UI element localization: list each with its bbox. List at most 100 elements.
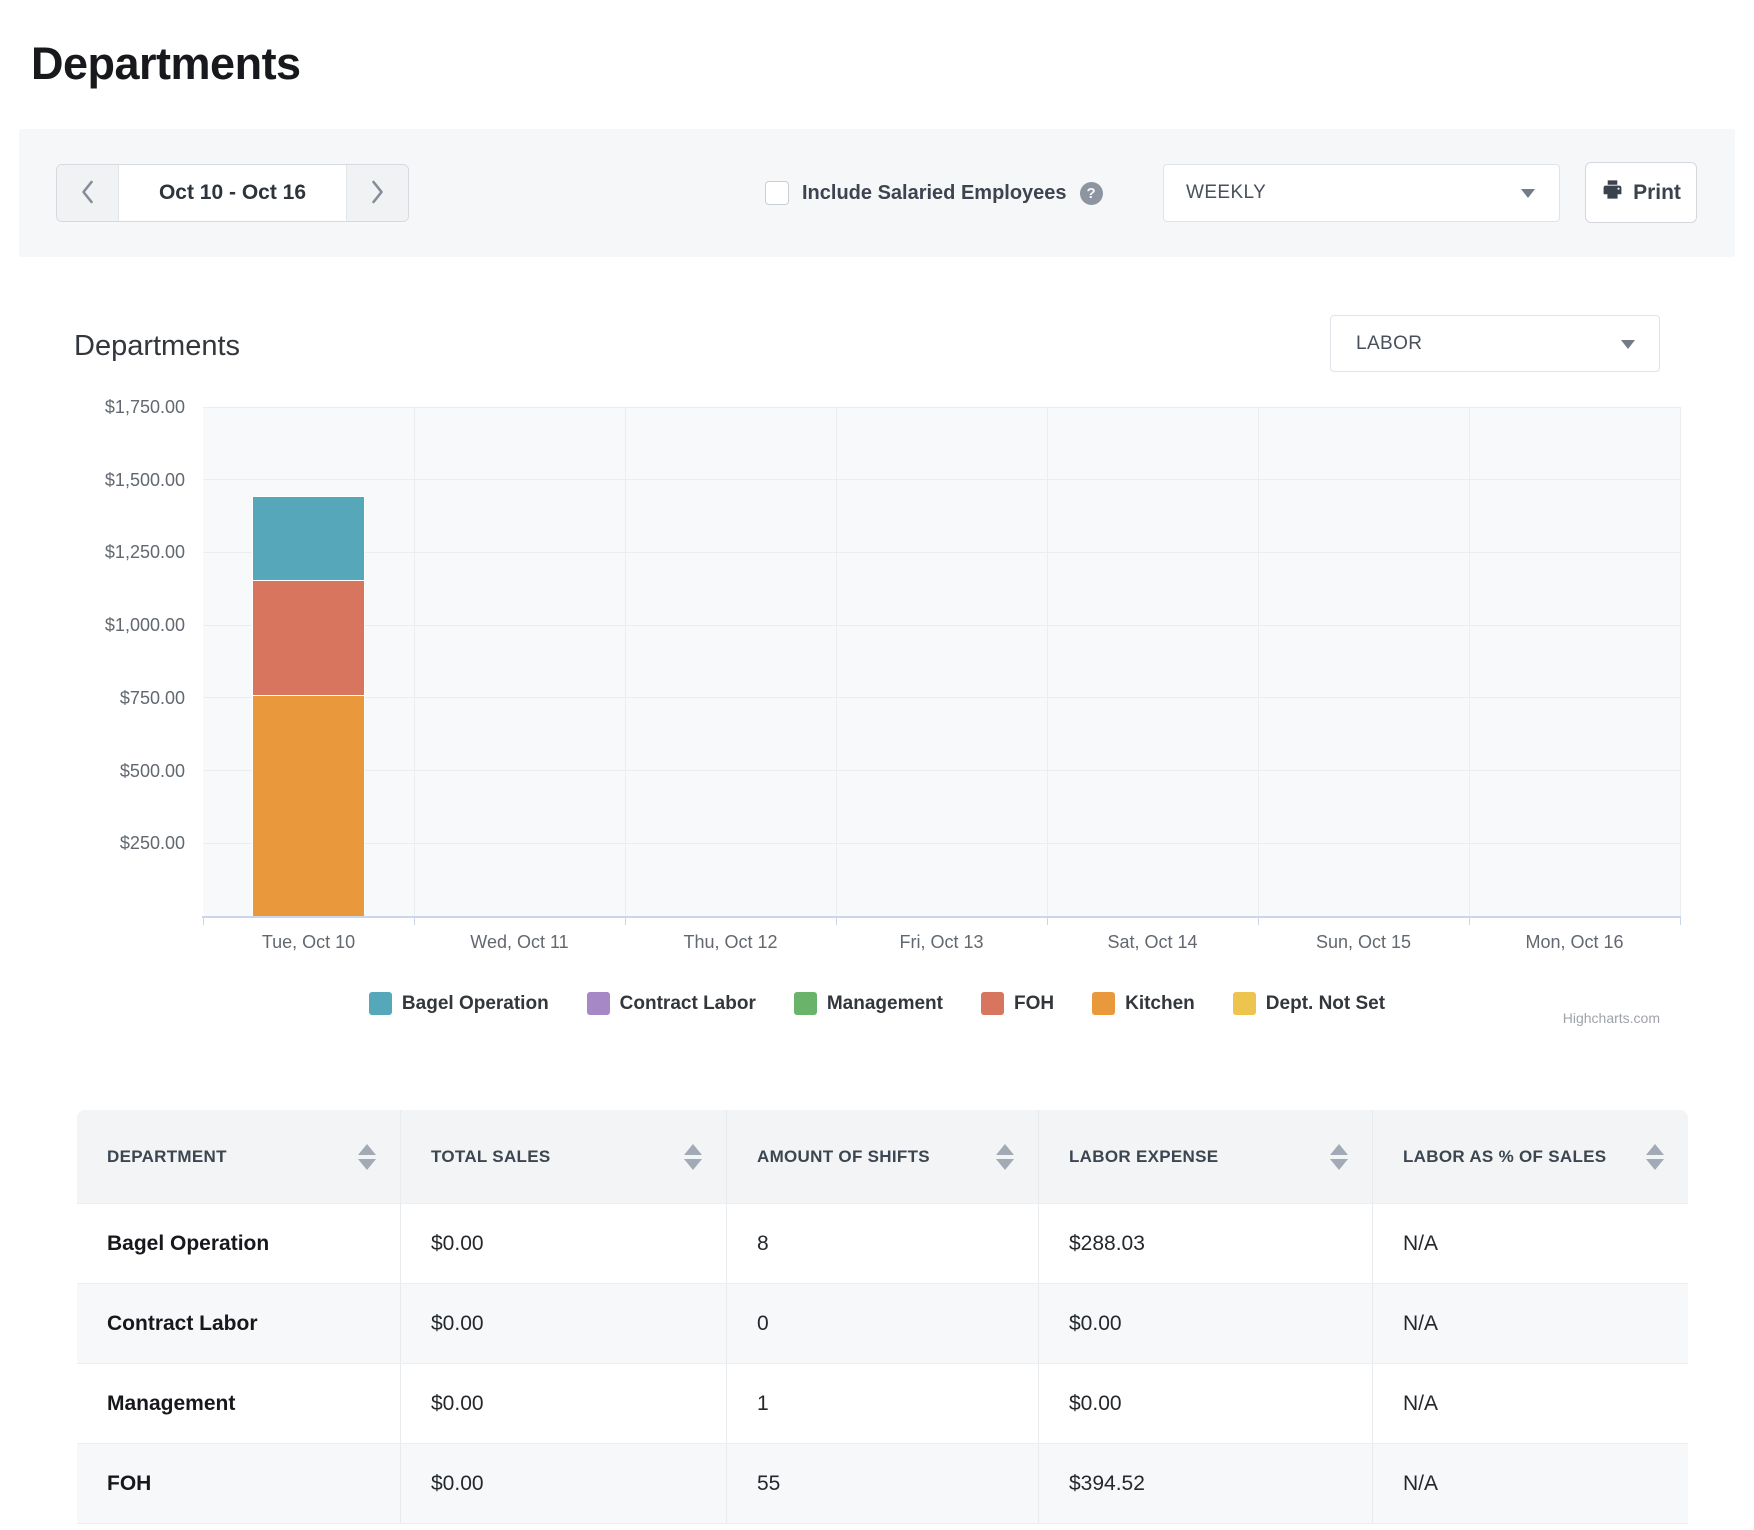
y-axis-label: $1,000.00 bbox=[0, 614, 185, 636]
column-header-amount-of-shifts[interactable]: AMOUNT OF SHIFTS bbox=[726, 1110, 1038, 1203]
gridline bbox=[203, 479, 1680, 480]
gridline bbox=[203, 770, 1680, 771]
column-header-labor-expense[interactable]: LABOR EXPENSE bbox=[1038, 1110, 1372, 1203]
column-header-department[interactable]: DEPARTMENT bbox=[77, 1110, 400, 1203]
table-cell-total_sales: $0.00 bbox=[400, 1444, 726, 1523]
column-header-labor-pct[interactable]: LABOR AS % OF SALES bbox=[1372, 1110, 1688, 1203]
plot-area bbox=[203, 407, 1680, 916]
legend-item-foh[interactable]: FOH bbox=[981, 992, 1054, 1015]
gridline bbox=[836, 407, 837, 916]
caret-down-icon bbox=[1621, 340, 1635, 349]
legend-label: Contract Labor bbox=[620, 993, 756, 1015]
table-cell-shifts: 8 bbox=[726, 1204, 1038, 1283]
print-button[interactable]: Print bbox=[1585, 162, 1697, 223]
legend-item-dept-not-set[interactable]: Dept. Not Set bbox=[1233, 992, 1385, 1015]
color-swatch bbox=[981, 992, 1004, 1015]
sort-icon bbox=[1330, 1144, 1348, 1170]
table-cell-shifts: 1 bbox=[726, 1364, 1038, 1443]
table-cell-department: Management bbox=[77, 1364, 400, 1443]
legend-label: Bagel Operation bbox=[402, 993, 549, 1015]
x-axis-label: Sat, Oct 14 bbox=[1053, 932, 1253, 953]
y-axis-label: $1,750.00 bbox=[0, 396, 185, 418]
x-axis-label: Sun, Oct 15 bbox=[1264, 932, 1464, 953]
x-axis-line bbox=[202, 916, 1681, 918]
sort-icon bbox=[358, 1144, 376, 1170]
table-cell-labor_expense: $0.00 bbox=[1038, 1284, 1372, 1363]
sort-icon bbox=[996, 1144, 1014, 1170]
y-axis-label: $1,500.00 bbox=[0, 469, 185, 491]
caret-down-icon bbox=[1521, 189, 1535, 198]
color-swatch bbox=[369, 992, 392, 1015]
period-select-value: WEEKLY bbox=[1186, 182, 1266, 204]
gridline bbox=[1469, 407, 1470, 916]
legend-label: Management bbox=[827, 993, 943, 1015]
y-axis-label: $250.00 bbox=[0, 832, 185, 854]
printer-icon bbox=[1601, 178, 1624, 207]
table-body: Bagel Operation$0.008$288.03N/AContract … bbox=[77, 1203, 1688, 1523]
metric-select-value: LABOR bbox=[1356, 333, 1422, 355]
departments-table: DEPARTMENT TOTAL SALES AMOUNT OF SHIFTS … bbox=[77, 1110, 1688, 1530]
chart-section-title: Departments bbox=[74, 330, 240, 363]
table-cell-department: FOH bbox=[77, 1444, 400, 1523]
gridline bbox=[203, 552, 1680, 553]
gridline bbox=[203, 625, 1680, 626]
column-header-total-sales[interactable]: TOTAL SALES bbox=[400, 1110, 726, 1203]
legend-label: Dept. Not Set bbox=[1266, 993, 1385, 1015]
gridline bbox=[203, 843, 1680, 844]
x-axis-label: Wed, Oct 11 bbox=[420, 932, 620, 953]
x-axis-label: Tue, Oct 10 bbox=[209, 932, 409, 953]
table-row bbox=[77, 1523, 1688, 1530]
color-swatch bbox=[1092, 992, 1115, 1015]
bar-segment-foh bbox=[252, 580, 365, 696]
y-axis-label: $750.00 bbox=[0, 687, 185, 709]
help-icon[interactable]: ? bbox=[1080, 182, 1103, 205]
legend-item-bagel-operation[interactable]: Bagel Operation bbox=[369, 992, 549, 1015]
axis-tick bbox=[414, 918, 415, 925]
axis-tick bbox=[1258, 918, 1259, 925]
gridline bbox=[414, 407, 415, 916]
bar-segment-kitchen bbox=[252, 695, 365, 917]
next-week-button[interactable] bbox=[346, 165, 408, 221]
axis-tick bbox=[1680, 918, 1681, 925]
table-cell-department: Contract Labor bbox=[77, 1284, 400, 1363]
axis-tick bbox=[203, 918, 204, 925]
print-label: Print bbox=[1633, 181, 1681, 205]
period-select[interactable]: WEEKLY bbox=[1163, 164, 1560, 222]
table-cell-labor_pct: N/A bbox=[1372, 1204, 1688, 1283]
legend-item-management[interactable]: Management bbox=[794, 992, 943, 1015]
toolbar: Oct 10 - Oct 16 Include Salaried Employe… bbox=[19, 129, 1735, 257]
axis-tick bbox=[1047, 918, 1048, 925]
table-cell-shifts: 0 bbox=[726, 1284, 1038, 1363]
date-range-picker: Oct 10 - Oct 16 bbox=[56, 164, 409, 222]
x-axis-label: Thu, Oct 12 bbox=[631, 932, 831, 953]
table-cell-total_sales: $0.00 bbox=[400, 1364, 726, 1443]
gridline bbox=[625, 407, 626, 916]
table-cell-labor_expense: $0.00 bbox=[1038, 1364, 1372, 1443]
table-cell-labor_expense: $288.03 bbox=[1038, 1204, 1372, 1283]
gridline bbox=[1680, 407, 1681, 916]
table-row: Bagel Operation$0.008$288.03N/A bbox=[77, 1203, 1688, 1283]
axis-tick bbox=[625, 918, 626, 925]
color-swatch bbox=[587, 992, 610, 1015]
sort-icon bbox=[1646, 1144, 1664, 1170]
y-axis-label: $1,250.00 bbox=[0, 541, 185, 563]
labor-chart: Bagel Operation Contract Labor Management F… bbox=[0, 370, 1754, 1060]
previous-week-button[interactable] bbox=[57, 165, 119, 221]
legend-label: Kitchen bbox=[1125, 993, 1195, 1015]
include-salaried-checkbox[interactable] bbox=[765, 181, 789, 205]
include-salaried-label: Include Salaried Employees bbox=[802, 182, 1067, 205]
legend-item-contract-labor[interactable]: Contract Labor bbox=[587, 992, 756, 1015]
metric-select[interactable]: LABOR bbox=[1330, 315, 1660, 372]
highcharts-credit[interactable]: Highcharts.com bbox=[1563, 1010, 1660, 1026]
table-row: Contract Labor$0.000$0.00N/A bbox=[77, 1283, 1688, 1363]
table-cell-labor_pct: N/A bbox=[1372, 1444, 1688, 1523]
legend-item-kitchen[interactable]: Kitchen bbox=[1092, 992, 1195, 1015]
legend-label: FOH bbox=[1014, 993, 1054, 1015]
table-cell-department: Bagel Operation bbox=[77, 1204, 400, 1283]
page-title: Departments bbox=[31, 38, 301, 90]
color-swatch bbox=[1233, 992, 1256, 1015]
include-salaried-group: Include Salaried Employees ? bbox=[765, 129, 1103, 257]
chevron-right-icon bbox=[370, 179, 385, 208]
date-range-display[interactable]: Oct 10 - Oct 16 bbox=[119, 165, 346, 221]
gridline bbox=[203, 697, 1680, 698]
